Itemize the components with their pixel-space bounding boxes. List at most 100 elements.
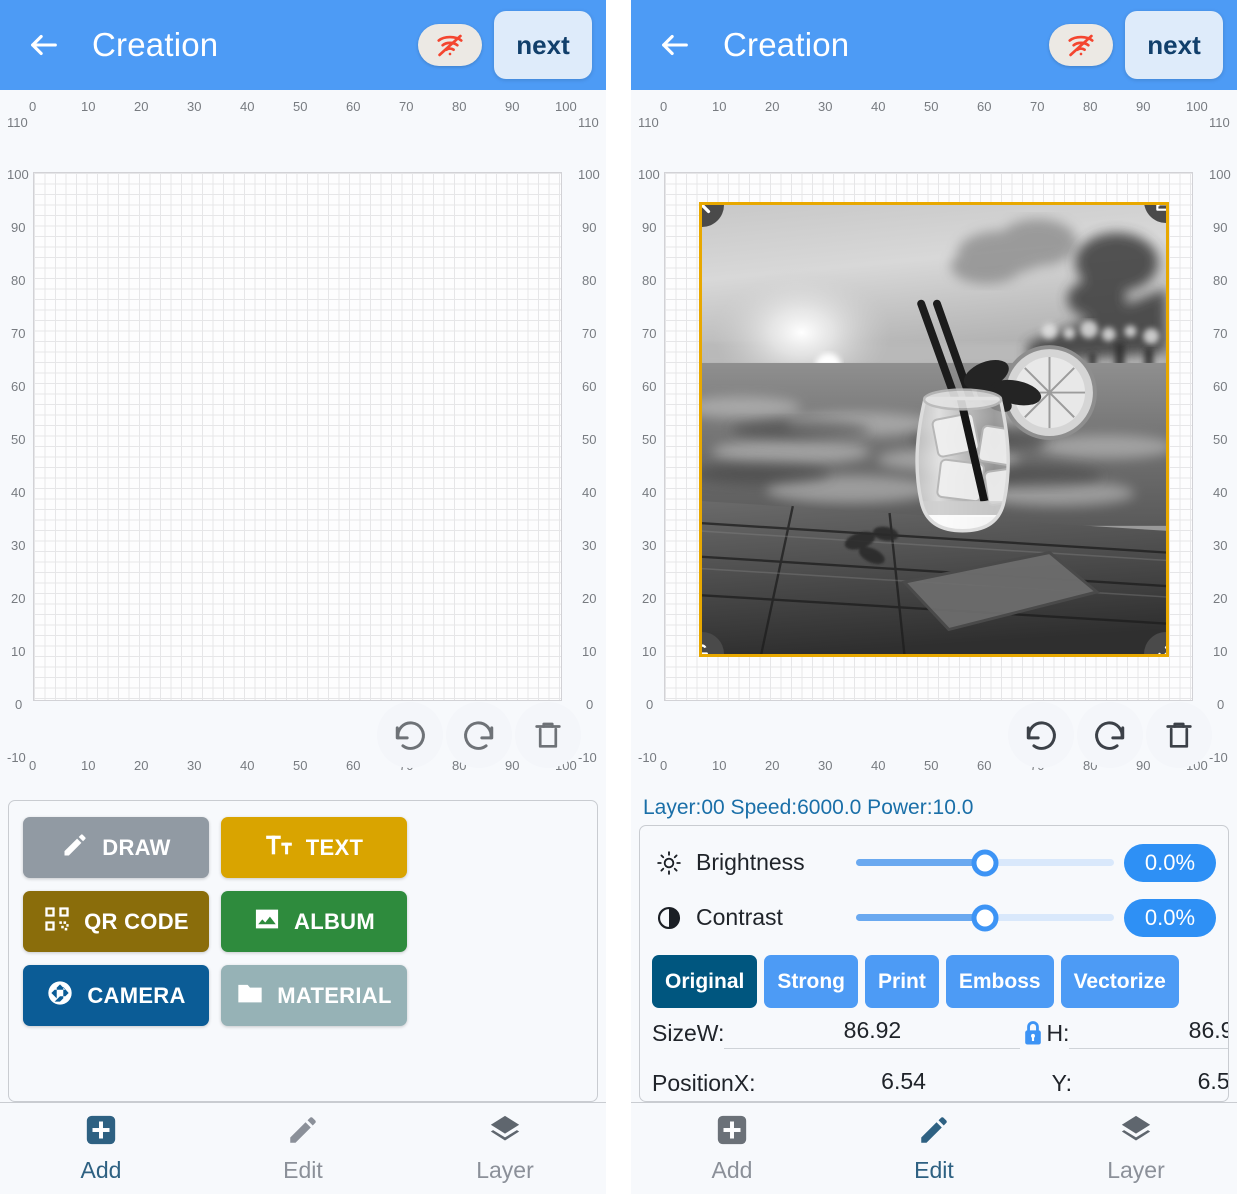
wifi-off-icon[interactable] — [1049, 24, 1113, 66]
filter-original-button[interactable]: Original — [652, 955, 758, 1008]
ruler-v-tick: 80 — [1213, 273, 1228, 288]
ruler-v-tick: 0 — [1217, 697, 1225, 712]
delete-button[interactable] — [515, 702, 581, 768]
pencil-icon — [286, 1113, 320, 1152]
design-canvas-left[interactable]: 0 10 20 30 40 50 60 70 80 90 100 0 10 20… — [0, 90, 606, 790]
brightness-slider[interactable] — [856, 849, 1114, 876]
pencil-icon — [61, 831, 89, 865]
ruler-h-tick: 0 — [29, 99, 37, 114]
pos-y-input[interactable] — [1072, 1067, 1228, 1099]
contrast-value[interactable]: 0.0% — [1124, 898, 1216, 937]
lock-closed-icon[interactable] — [1020, 1017, 1046, 1049]
contrast-slider-fill — [856, 914, 985, 921]
canvas-action-bar — [1008, 702, 1212, 768]
redo-button[interactable] — [446, 702, 512, 768]
nav-item-layer[interactable]: Layer — [404, 1113, 606, 1184]
filter-vectorize-button[interactable]: Vectorize — [1060, 955, 1179, 1008]
ruler-v-tick: 110 — [7, 115, 28, 130]
ruler-v-tick: 40 — [582, 485, 597, 500]
nav-label-add: Add — [80, 1157, 122, 1183]
nav-label-layer: Layer — [1107, 1157, 1165, 1183]
pos-x-input[interactable] — [755, 1067, 1052, 1099]
ruler-v-tick: 110 — [578, 115, 599, 130]
ruler-v-tick: 10 — [642, 644, 657, 659]
filter-buttons-row: Original Strong Print Emboss Vectorize — [652, 955, 1216, 1008]
image-icon — [253, 905, 281, 939]
filter-emboss-button[interactable]: Emboss — [945, 955, 1054, 1008]
contrast-slider-thumb[interactable] — [971, 904, 999, 931]
material-button[interactable]: MATERIAL — [221, 965, 407, 1026]
next-button[interactable]: next — [1125, 11, 1223, 79]
back-arrow-icon[interactable] — [22, 23, 66, 67]
ruler-v-tick: 30 — [582, 538, 597, 553]
ruler-h-tick: 80 — [452, 99, 467, 114]
undo-button[interactable] — [377, 702, 443, 768]
ruler-v-tick: 20 — [1213, 591, 1228, 606]
qrcode-icon — [43, 905, 71, 939]
ruler-v-tick: 100 — [7, 167, 29, 182]
ruler-v-tick: 70 — [1213, 326, 1228, 341]
ruler-h-tick: 50 — [924, 99, 939, 114]
right-panel-edit-mode: Creation next 0 10 20 30 40 50 60 70 80 … — [631, 0, 1237, 1194]
design-canvas-right[interactable]: 0 10 20 30 40 50 60 70 80 90 100 0 10 20… — [631, 90, 1237, 790]
nav-item-edit[interactable]: Edit — [202, 1113, 404, 1184]
ruler-v-tick: 90 — [642, 220, 657, 235]
ruler-h-tick: 40 — [240, 99, 255, 114]
delete-button[interactable] — [1146, 702, 1212, 768]
contrast-icon — [652, 905, 686, 931]
nav-label-edit: Edit — [283, 1157, 323, 1183]
ruler-v-tick: 60 — [642, 379, 657, 394]
ruler-v-tick: 20 — [582, 591, 597, 606]
undo-button[interactable] — [1008, 702, 1074, 768]
ruler-v-tick: 80 — [582, 273, 597, 288]
next-button[interactable]: next — [494, 11, 592, 79]
draw-button-label: DRAW — [102, 834, 171, 860]
width-key: W: — [696, 1019, 725, 1046]
ruler-v-tick: 50 — [582, 432, 597, 447]
nav-item-add[interactable]: Add — [0, 1113, 202, 1184]
ruler-h-tick: 10 — [81, 99, 96, 114]
position-label: Position — [652, 1069, 734, 1096]
ruler-h-tick: 10 — [712, 99, 727, 114]
add-square-icon — [84, 1113, 118, 1152]
position-row: Position X: Y: — [652, 1058, 1228, 1101]
brightness-slider-thumb[interactable] — [971, 849, 999, 876]
ruler-h-tick: 20 — [134, 99, 149, 114]
selected-image-object[interactable] — [699, 202, 1169, 657]
contrast-row: Contrast 0.0% — [652, 890, 1216, 945]
nav-item-add[interactable]: Add — [631, 1113, 833, 1184]
width-input[interactable] — [724, 1017, 1021, 1049]
text-button[interactable]: TEXT — [221, 817, 407, 878]
qrcode-button[interactable]: QR CODE — [23, 891, 209, 952]
ruler-h-tick: 60 — [346, 758, 361, 773]
ruler-v-tick: 90 — [1213, 220, 1228, 235]
layer-info-text: Layer:00 Speed:6000.0 Power:10.0 — [643, 796, 974, 819]
ruler-v-tick: 40 — [642, 485, 657, 500]
nav-item-layer[interactable]: Layer — [1035, 1113, 1237, 1184]
size-label: Size — [652, 1019, 697, 1046]
nav-label-add: Add — [711, 1157, 753, 1183]
back-arrow-icon[interactable] — [653, 23, 697, 67]
filter-strong-button[interactable]: Strong — [764, 955, 859, 1008]
size-row: Size W: H: — [652, 1008, 1228, 1058]
camera-button[interactable]: CAMERA — [23, 965, 209, 1026]
ruler-v-tick: 0 — [586, 697, 594, 712]
redo-button[interactable] — [1077, 702, 1143, 768]
album-button[interactable]: ALBUM — [221, 891, 407, 952]
wifi-off-icon[interactable] — [418, 24, 482, 66]
brightness-label: Brightness — [696, 849, 805, 875]
nav-item-edit[interactable]: Edit — [833, 1113, 1035, 1184]
ruler-v-tick: 90 — [582, 220, 597, 235]
height-input[interactable] — [1069, 1017, 1228, 1049]
ruler-h-tick: 20 — [765, 99, 780, 114]
filter-print-button[interactable]: Print — [865, 955, 939, 1008]
add-tools-grid: DRAW TEXT QR CODE ALBUM CAMERA MATERIAL — [23, 817, 583, 1026]
contrast-slider[interactable] — [856, 904, 1114, 931]
canvas-grid[interactable] — [33, 172, 562, 701]
ruler-v-tick: 50 — [1213, 432, 1228, 447]
album-button-label: ALBUM — [294, 908, 375, 934]
draw-button[interactable]: DRAW — [23, 817, 209, 878]
brightness-value[interactable]: 0.0% — [1124, 843, 1216, 882]
ruler-h-tick: 100 — [555, 99, 577, 114]
text-icon — [265, 831, 293, 865]
